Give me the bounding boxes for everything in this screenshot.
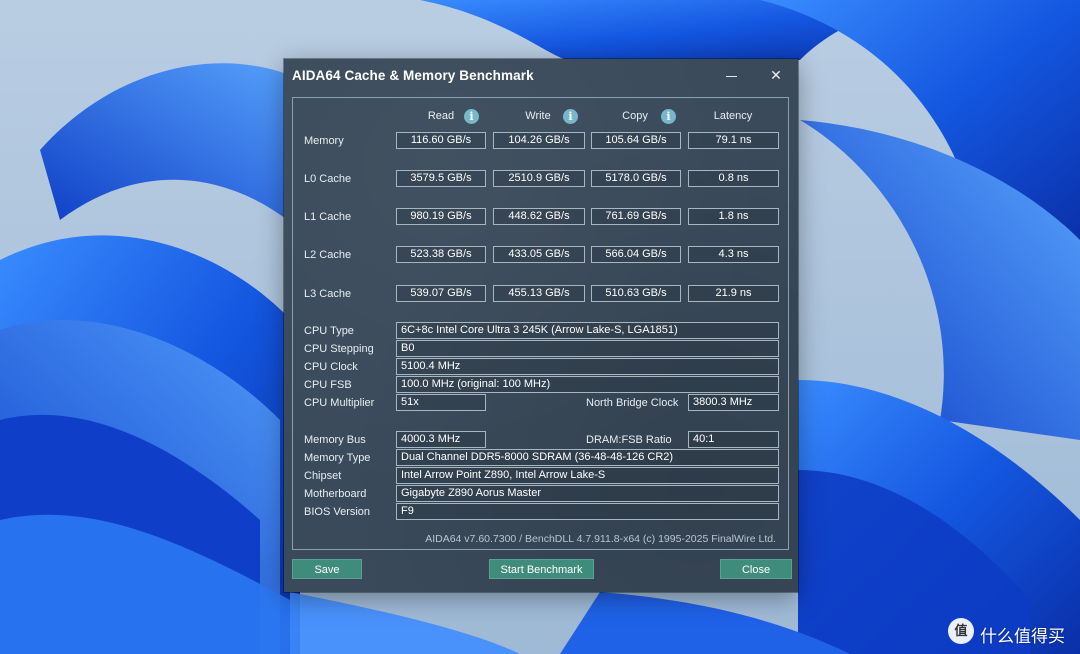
latency-value: 1.8 ns bbox=[688, 208, 779, 225]
close-button[interactable]: Close bbox=[720, 559, 792, 579]
memory-bus-value: 4000.3 MHz bbox=[396, 431, 486, 448]
version-footer: AIDA64 v7.60.7300 / BenchDLL 4.7.911.8-x… bbox=[425, 533, 776, 545]
copy-value: 566.04 GB/s bbox=[591, 246, 681, 263]
dram-fsb-ratio-label: DRAM:FSB Ratio bbox=[586, 434, 672, 446]
benchmark-window: AIDA64 Cache & Memory Benchmark ✕ Read i… bbox=[284, 59, 798, 592]
close-window-button[interactable]: ✕ bbox=[764, 65, 788, 87]
latency-column-header: Latency bbox=[713, 110, 753, 122]
copy-value: 761.69 GB/s bbox=[591, 208, 681, 225]
bios-version-value: F9 bbox=[396, 503, 779, 520]
copy-info-icon[interactable]: i bbox=[661, 109, 676, 124]
row-label: Memory bbox=[304, 135, 344, 147]
nb-clock-value: 3800.3 MHz bbox=[688, 394, 779, 411]
latency-value: 21.9 ns bbox=[688, 285, 779, 302]
write-value: 448.62 GB/s bbox=[493, 208, 585, 225]
row-label: L0 Cache bbox=[304, 173, 352, 185]
chipset-label: Chipset bbox=[304, 470, 342, 482]
read-value: 539.07 GB/s bbox=[396, 285, 486, 302]
cpu-stepping-value: B0 bbox=[396, 340, 779, 357]
memory-type-label: Memory Type bbox=[304, 452, 371, 464]
copy-value: 105.64 GB/s bbox=[591, 132, 681, 149]
watermark-logo-icon: 值 bbox=[948, 618, 974, 644]
read-value: 980.19 GB/s bbox=[396, 208, 486, 225]
read-info-icon[interactable]: i bbox=[464, 109, 479, 124]
motherboard-label: Motherboard bbox=[304, 488, 367, 500]
cpu-multiplier-value: 51x bbox=[396, 394, 486, 411]
copy-value: 510.63 GB/s bbox=[591, 285, 681, 302]
watermark-text: 什么值得买 bbox=[980, 627, 1065, 647]
memory-type-value: Dual Channel DDR5-8000 SDRAM (36-48-48-1… bbox=[396, 449, 779, 466]
chipset-value: Intel Arrow Point Z890, Intel Arrow Lake… bbox=[396, 467, 779, 484]
copy-value: 5178.0 GB/s bbox=[591, 170, 681, 187]
row-label: L3 Cache bbox=[304, 288, 352, 300]
write-value: 455.13 GB/s bbox=[493, 285, 585, 302]
latency-value: 4.3 ns bbox=[688, 246, 779, 263]
cpu-fsb-value: 100.0 MHz (original: 100 MHz) bbox=[396, 376, 779, 393]
title-bar[interactable]: AIDA64 Cache & Memory Benchmark ✕ bbox=[284, 59, 798, 93]
results-panel: Read i Write i Copy i Latency Memory 116… bbox=[292, 97, 789, 550]
nb-clock-label: North Bridge Clock bbox=[586, 397, 679, 409]
cpu-clock-label: CPU Clock bbox=[304, 361, 358, 373]
minimize-button[interactable] bbox=[720, 65, 744, 87]
cpu-stepping-label: CPU Stepping bbox=[304, 343, 374, 355]
read-value: 523.38 GB/s bbox=[396, 246, 486, 263]
row-label: L2 Cache bbox=[304, 249, 352, 261]
memory-bus-label: Memory Bus bbox=[304, 434, 366, 446]
write-info-icon[interactable]: i bbox=[563, 109, 578, 124]
read-value: 116.60 GB/s bbox=[396, 132, 486, 149]
cpu-type-value: 6C+8c Intel Core Ultra 3 245K (Arrow Lak… bbox=[396, 322, 779, 339]
write-value: 2510.9 GB/s bbox=[493, 170, 585, 187]
cpu-type-label: CPU Type bbox=[304, 325, 354, 337]
latency-value: 0.8 ns bbox=[688, 170, 779, 187]
save-button[interactable]: Save bbox=[292, 559, 362, 579]
window-title: AIDA64 Cache & Memory Benchmark bbox=[292, 68, 534, 83]
bios-version-label: BIOS Version bbox=[304, 506, 371, 518]
latency-value: 79.1 ns bbox=[688, 132, 779, 149]
row-label: L1 Cache bbox=[304, 211, 352, 223]
motherboard-value: Gigabyte Z890 Aorus Master bbox=[396, 485, 779, 502]
start-benchmark-button[interactable]: Start Benchmark bbox=[489, 559, 594, 579]
cpu-clock-value: 5100.4 MHz bbox=[396, 358, 779, 375]
write-value: 433.05 GB/s bbox=[493, 246, 585, 263]
cpu-multiplier-label: CPU Multiplier bbox=[304, 397, 375, 409]
cpu-fsb-label: CPU FSB bbox=[304, 379, 352, 391]
write-value: 104.26 GB/s bbox=[493, 132, 585, 149]
dram-fsb-ratio-value: 40:1 bbox=[688, 431, 779, 448]
read-value: 3579.5 GB/s bbox=[396, 170, 486, 187]
